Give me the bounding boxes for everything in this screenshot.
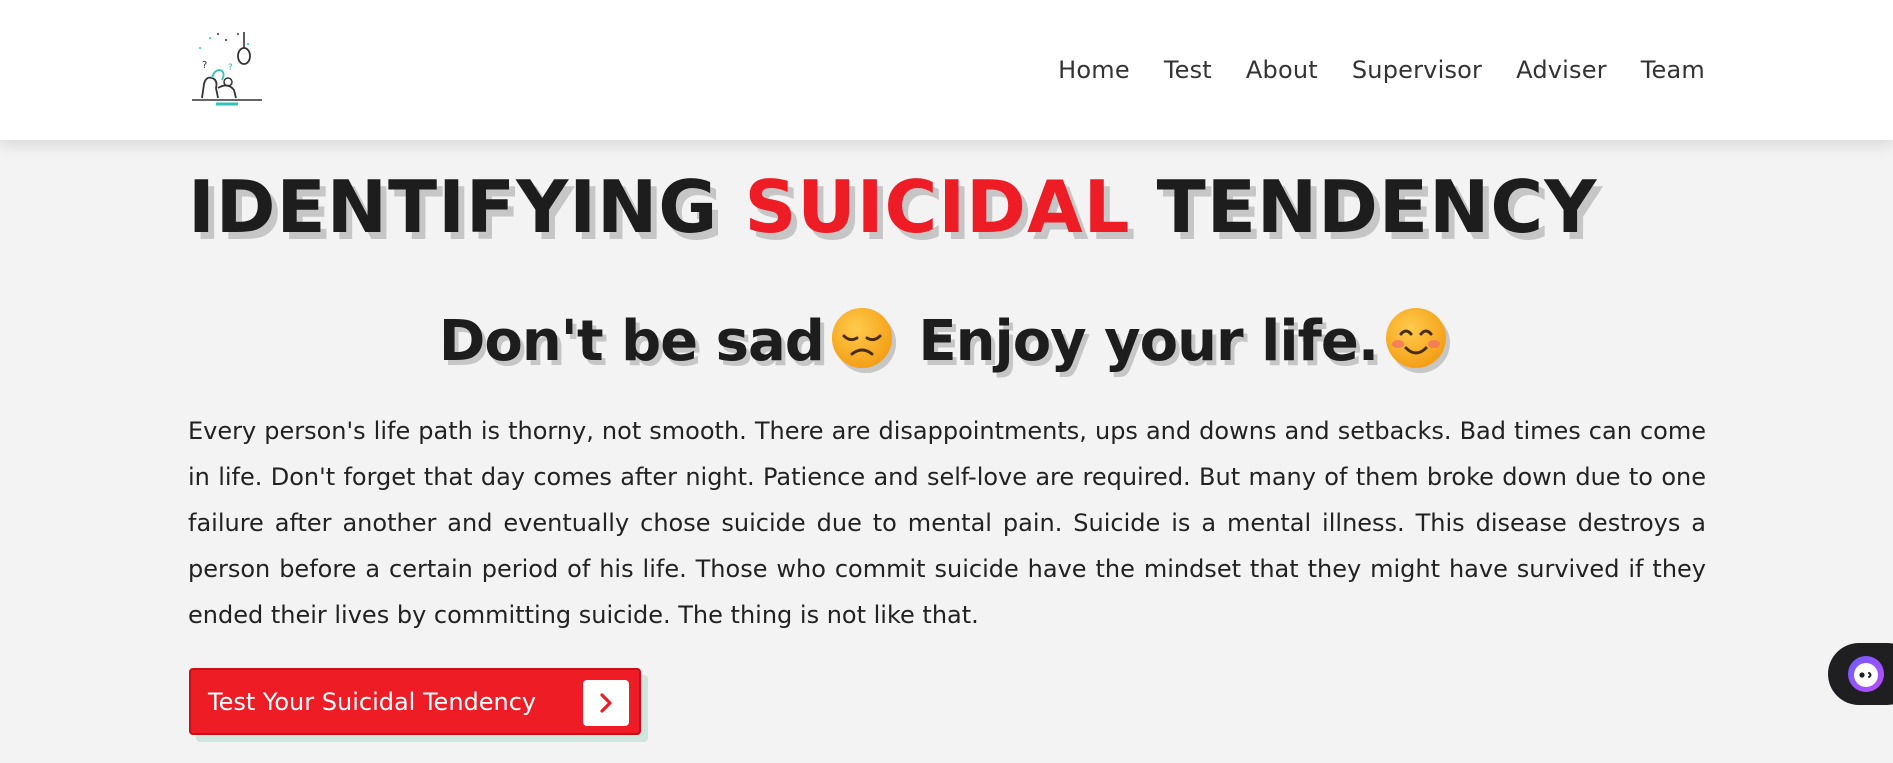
- chatbot-widget[interactable]: [1828, 643, 1893, 705]
- hero-title-end: TENDENCY: [1130, 165, 1598, 249]
- hero-subtitle: Don't be sad Enjoy your life.: [0, 306, 1893, 374]
- nav-about[interactable]: About: [1246, 56, 1318, 84]
- page: ? ? Home Test About Supervisor Adviser T…: [0, 0, 1893, 763]
- test-tendency-button[interactable]: Test Your Suicidal Tendency: [189, 668, 641, 735]
- hero-title-start: IDENTIFYING: [188, 165, 745, 249]
- subtitle-enjoy-text: Enjoy your life.: [918, 309, 1379, 374]
- hero-title-accent: SUICIDAL: [744, 165, 1131, 249]
- suicide-awareness-logo-icon: ? ?: [192, 32, 262, 106]
- site-logo[interactable]: ? ?: [188, 26, 268, 106]
- nav-home[interactable]: Home: [1058, 56, 1130, 84]
- test-tendency-button-label: Test Your Suicidal Tendency: [208, 687, 537, 716]
- chatbot-icon: [1848, 656, 1884, 692]
- svg-text:?: ?: [202, 60, 207, 71]
- nav-test[interactable]: Test: [1164, 56, 1212, 84]
- main-nav: Home Test About Supervisor Adviser Team: [1058, 50, 1705, 90]
- intro-paragraph: Every person's life path is thorny, not …: [188, 417, 1706, 629]
- nav-supervisor[interactable]: Supervisor: [1352, 56, 1482, 84]
- svg-text:?: ?: [228, 63, 233, 73]
- subtitle-sad-text: Don't be sad: [438, 309, 825, 374]
- sad-face-emoji-icon: [831, 308, 892, 368]
- nav-adviser[interactable]: Adviser: [1516, 56, 1607, 84]
- chevron-right-icon: [583, 680, 629, 726]
- smiling-face-emoji-icon: [1386, 308, 1447, 368]
- nav-team[interactable]: Team: [1641, 56, 1705, 84]
- hero-title: IDENTIFYING SUICIDAL TENDENCY: [188, 165, 1597, 249]
- site-header: ? ? Home Test About Supervisor Adviser T…: [0, 0, 1893, 140]
